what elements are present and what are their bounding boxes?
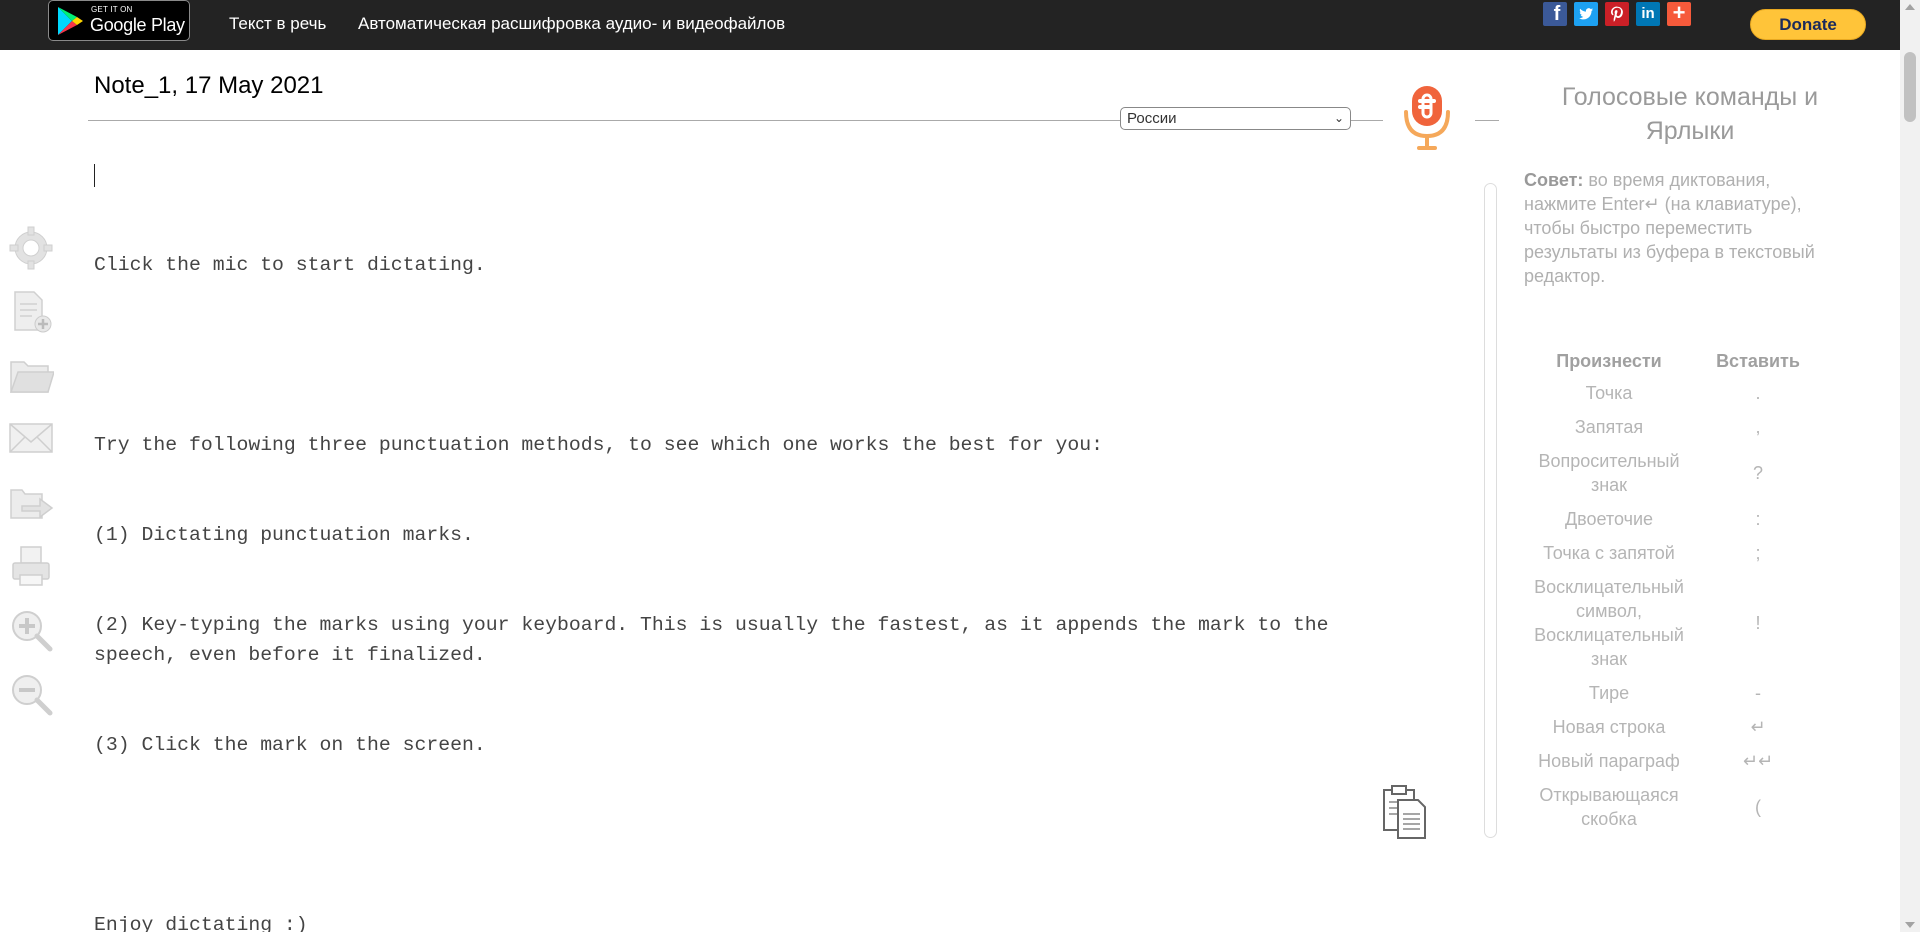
table-row[interactable]: Точка. [1525,376,1823,410]
microphone-button[interactable] [1400,84,1456,154]
command-say: Открывающаяся скобка [1539,785,1679,829]
copy-to-clipboard-button[interactable] [1381,784,1429,840]
column-header-say: Произнести [1556,350,1662,371]
command-insert[interactable]: ? [1693,444,1823,502]
twitter-share-button[interactable] [1574,2,1598,26]
new-document-icon [14,291,52,333]
export-button[interactable] [8,478,54,526]
zoom-in-button[interactable] [8,606,54,654]
nav-transcription[interactable]: Автоматическая расшифровка аудио- и виде… [358,14,785,34]
microphone-icon [1404,86,1450,150]
command-say: Точка [1585,383,1633,403]
tip-text: Совет: во время диктования, нажмите Ente… [1524,168,1824,288]
top-bar: GET IT ON Google Play Текст в речь Автом… [0,0,1920,50]
command-insert[interactable]: : [1693,502,1823,536]
pinterest-icon [1611,6,1623,22]
command-say: Новый параграф [1538,751,1680,771]
zoom-out-icon [12,675,53,716]
google-play-big-text: Google Play [90,15,185,35]
google-play-badge[interactable]: GET IT ON Google Play [48,0,190,41]
editor-line [94,820,1356,850]
table-row[interactable]: Новая строка ↵ [1525,710,1823,744]
twitter-icon [1579,8,1593,20]
command-say: Новая строка [1552,717,1666,737]
folder-icon [9,361,56,393]
table-row[interactable]: Запятая, [1525,410,1823,444]
command-say: Вопросительный знак [1538,451,1680,495]
tip-label: Совет: [1524,170,1584,190]
voice-commands-title: Голосовые команды и Ярлыки [1561,83,1819,145]
editor-line: (1) Dictating punctuation marks. [94,524,474,546]
nav-text-to-speech[interactable]: Текст в речь [229,14,326,34]
linkedin-share-button[interactable]: in [1636,2,1660,26]
table-row[interactable]: Открывающаяся скобка ( [1525,778,1823,836]
command-say: Запятая [1574,417,1644,437]
page-scrollbar[interactable] [1900,0,1920,932]
command-insert[interactable]: ↵ [1693,710,1823,744]
note-title[interactable]: Note_1, 17 May 2021 [94,72,324,100]
zoom-out-button[interactable] [8,670,54,718]
more-share-button[interactable]: + [1667,2,1691,26]
command-insert[interactable]: - [1693,676,1823,710]
table-header-row: Произнести Вставить [1525,343,1823,376]
editor-line: Try the following three punctuation meth… [94,434,1104,456]
chevron-down-icon: ⌄ [1333,111,1344,125]
header-divider-right [1475,120,1499,121]
editor-line: (3) Click the mark on the screen. [94,734,486,756]
envelope-icon [9,423,53,453]
column-header-insert: Вставить [1716,350,1800,371]
command-insert[interactable]: . [1693,376,1823,410]
gear-icon [9,226,53,270]
command-insert[interactable]: ; [1693,536,1823,570]
copy-clipboard-icon [1383,785,1426,839]
command-insert[interactable]: , [1693,410,1823,444]
google-play-small-text: GET IT ON [91,5,133,14]
table-row[interactable]: Точка с запятой; [1525,536,1823,570]
command-insert[interactable]: ( [1693,778,1823,836]
command-say: Восклицательный символ, Восклицательный … [1534,577,1684,669]
donate-button[interactable]: Donate [1750,9,1866,40]
language-select-value: России [1127,110,1177,127]
facebook-share-button[interactable]: f [1543,2,1567,26]
dictation-text-editor[interactable]: Click the mic to start dictating. Try th… [94,160,1356,932]
editor-line: Enjoy dictating :) [94,914,308,932]
export-icon [10,489,54,519]
linkedin-icon: in [1641,5,1655,22]
plus-icon: + [1672,0,1686,25]
new-document-button[interactable] [8,288,54,336]
table-row[interactable]: Восклицательный символ, Восклицательный … [1525,570,1823,676]
language-select[interactable]: России ⌄ [1120,107,1351,130]
text-caret [94,164,95,187]
print-button[interactable] [8,543,54,591]
editor-line: (2) Key-typing the marks using your keyb… [94,614,1341,666]
open-folder-button[interactable] [8,352,56,400]
table-row[interactable]: Новый параграф ↵↵ [1525,744,1823,778]
editor-line [94,340,1356,370]
command-say: Точка с запятой [1543,543,1675,563]
command-say: Двоеточие [1564,509,1654,529]
voice-commands-table: Произнести Вставить Точка. Запятая, Вопр… [1525,343,1823,836]
zoom-in-icon [12,611,53,652]
table-row[interactable]: Вопросительный знак? [1525,444,1823,502]
command-insert[interactable]: ! [1693,570,1823,676]
scroll-up-arrow-icon[interactable] [1905,4,1915,10]
scrollbar-thumb[interactable] [1904,52,1916,122]
table-row[interactable]: Двоеточие: [1525,502,1823,536]
command-insert[interactable]: ↵↵ [1693,744,1823,778]
command-say: Тире [1588,683,1630,703]
email-button[interactable] [8,414,54,462]
facebook-icon: f [1553,3,1561,25]
google-play-icon [58,7,83,35]
editor-line: Click the mic to start dictating. [94,254,486,276]
table-row[interactable]: Тире - [1525,676,1823,710]
printer-icon [12,546,50,586]
panel-scrollbar[interactable] [1484,183,1497,838]
settings-button[interactable] [8,224,54,272]
pinterest-share-button[interactable] [1605,2,1629,26]
scroll-down-arrow-icon[interactable] [1905,922,1915,928]
